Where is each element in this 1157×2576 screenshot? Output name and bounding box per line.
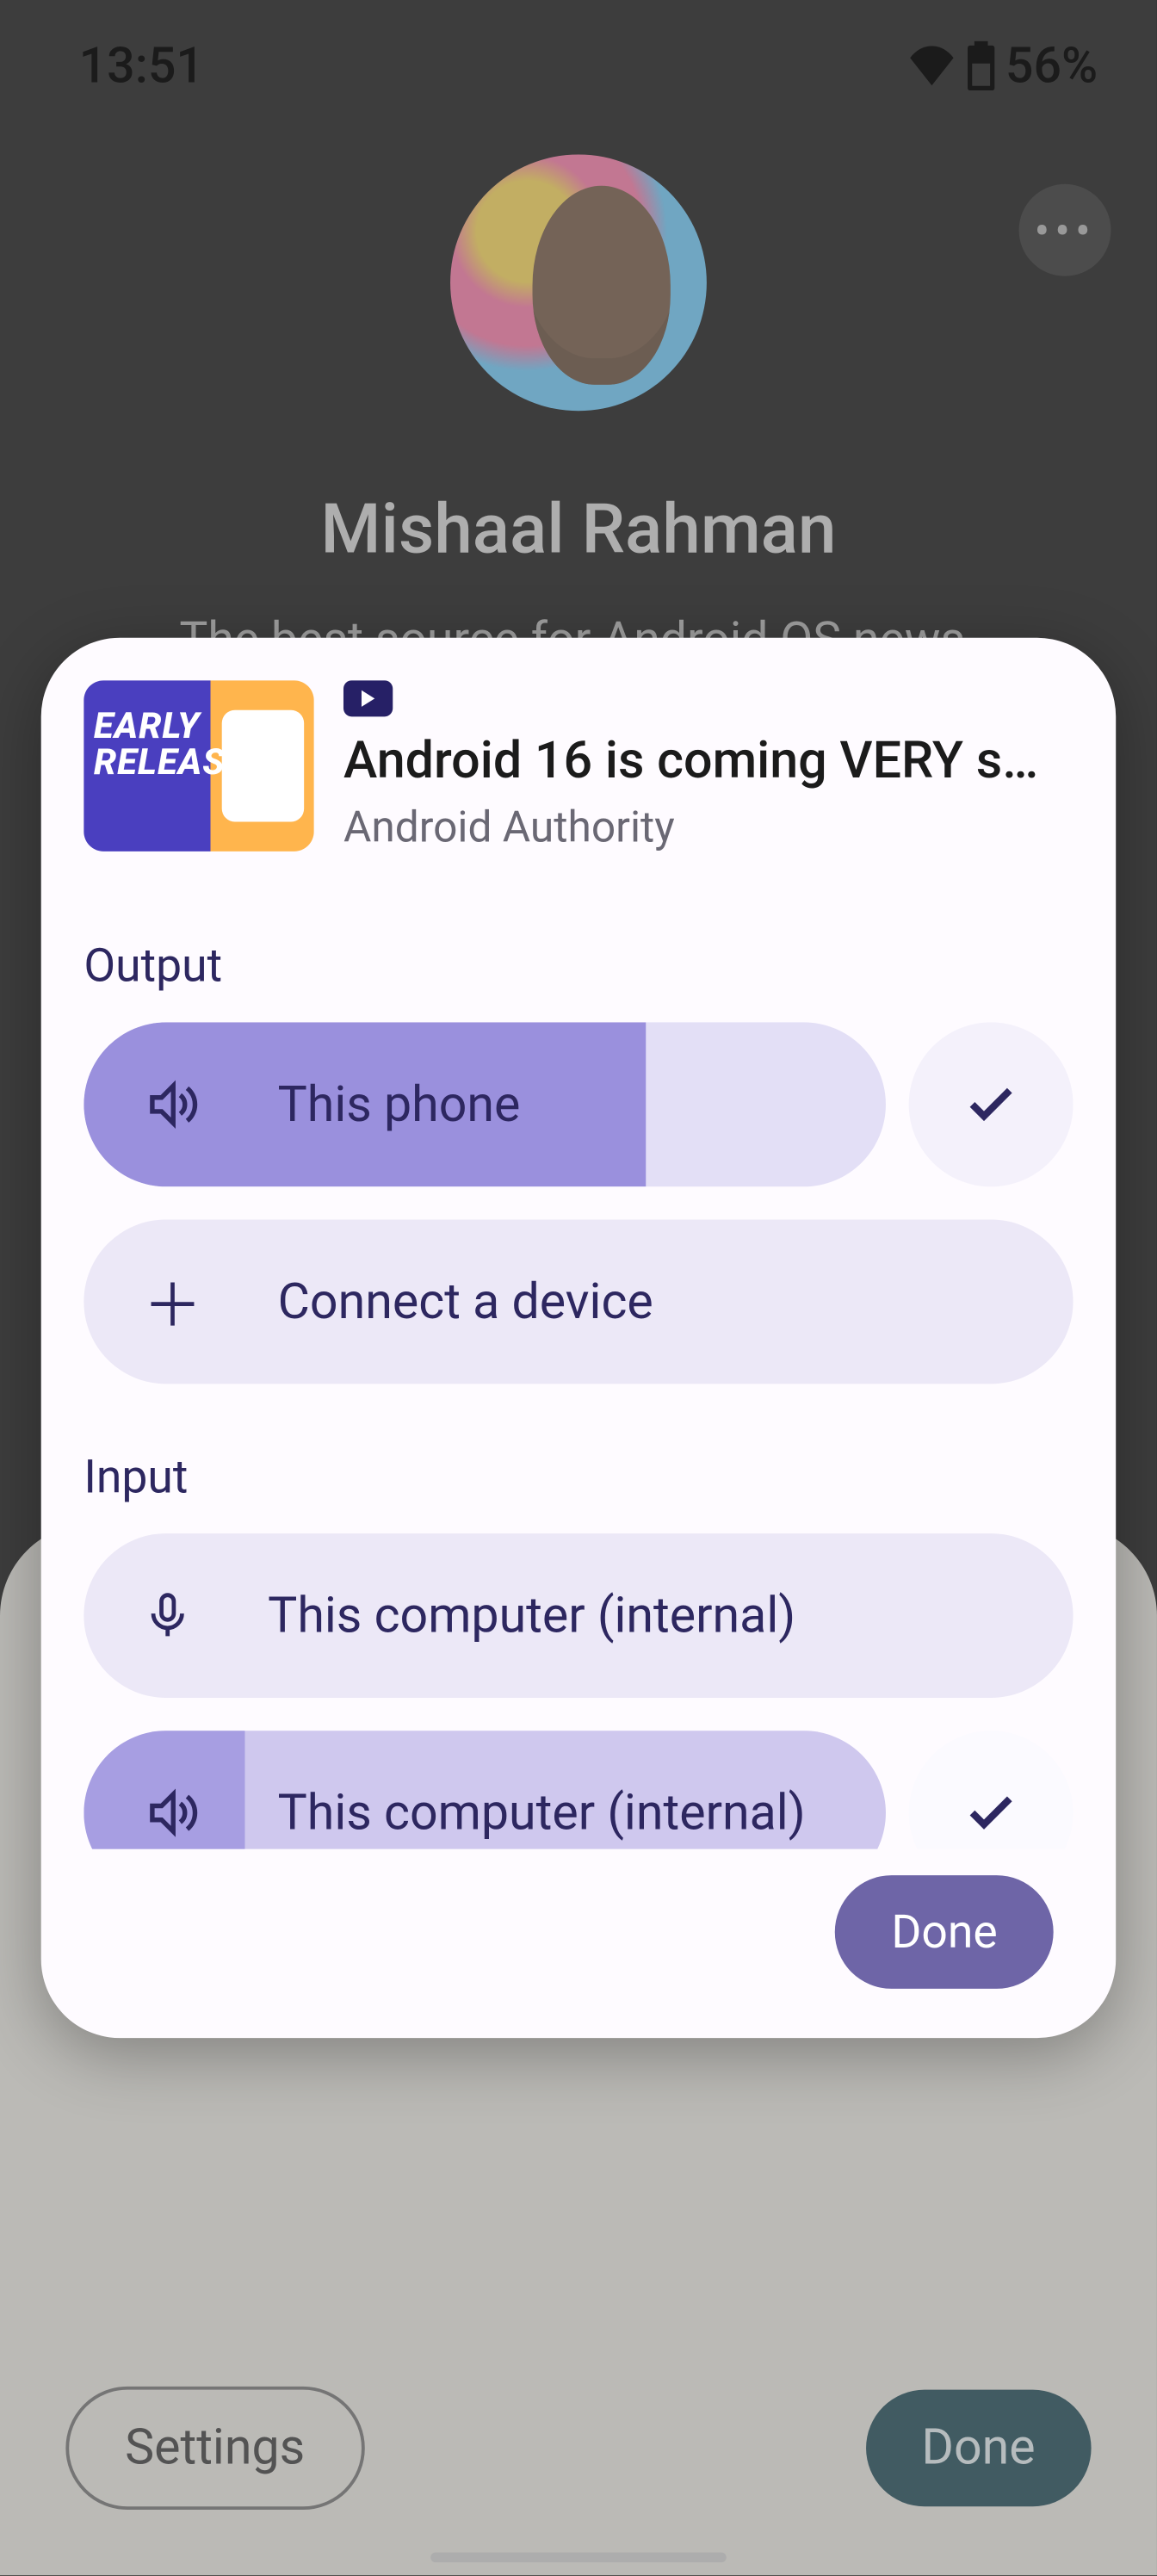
output-selected-check[interactable] (909, 1022, 1073, 1186)
battery-text: 56% (1005, 37, 1098, 95)
input-item-1-label: This computer (internal) (268, 1587, 795, 1644)
status-bar: 13:51 56% (0, 0, 1157, 132)
sheet-done-button[interactable]: Done (866, 2390, 1092, 2507)
output-this-phone-label: This phone (278, 1075, 521, 1133)
input-item-1[interactable]: This computer (internal) (84, 1533, 1073, 1698)
connect-device-button[interactable]: ＋ Connect a device (84, 1219, 1073, 1384)
check-icon (963, 1785, 1019, 1841)
settings-button[interactable]: Settings (65, 2387, 364, 2510)
wifi-icon (906, 46, 956, 85)
media-output-dialog: EARLYRELEASE Android 16 is coming VERY s… (41, 638, 1116, 2038)
media-title: Android 16 is coming VERY soon, MU… (343, 730, 1067, 791)
input-section-title: Input (84, 1450, 1073, 1504)
mic-icon (143, 1591, 192, 1640)
nav-handle[interactable] (430, 2553, 727, 2562)
contact-name: Mishaal Rahman (320, 490, 836, 571)
input-selected-check[interactable] (909, 1731, 1073, 1848)
battery-icon (966, 41, 995, 90)
connect-device-label: Connect a device (278, 1273, 653, 1331)
speaker-icon (143, 1076, 199, 1132)
media-source: Android Authority (343, 804, 1067, 853)
plus-icon: ＋ (143, 1259, 202, 1344)
status-time: 13:51 (79, 37, 204, 95)
input-item-2-slider[interactable]: This computer (internal) (84, 1731, 886, 1848)
avatar (450, 154, 707, 411)
dialog-done-button[interactable]: Done (835, 1875, 1053, 1989)
output-section-title: Output (84, 938, 1073, 993)
media-thumbnail: EARLYRELEASE (84, 680, 313, 851)
now-playing-row[interactable]: EARLYRELEASE Android 16 is coming VERY s… (84, 680, 1073, 852)
check-icon (963, 1076, 1019, 1132)
output-this-phone-slider[interactable]: This phone (84, 1022, 886, 1186)
youtube-icon (343, 680, 393, 716)
more-button[interactable]: ••• (1019, 184, 1111, 276)
input-item-2-label: This computer (internal) (278, 1784, 806, 1842)
speaker-icon (143, 1785, 199, 1841)
contact-header: Mishaal Rahman The best source for Andro… (0, 132, 1157, 669)
